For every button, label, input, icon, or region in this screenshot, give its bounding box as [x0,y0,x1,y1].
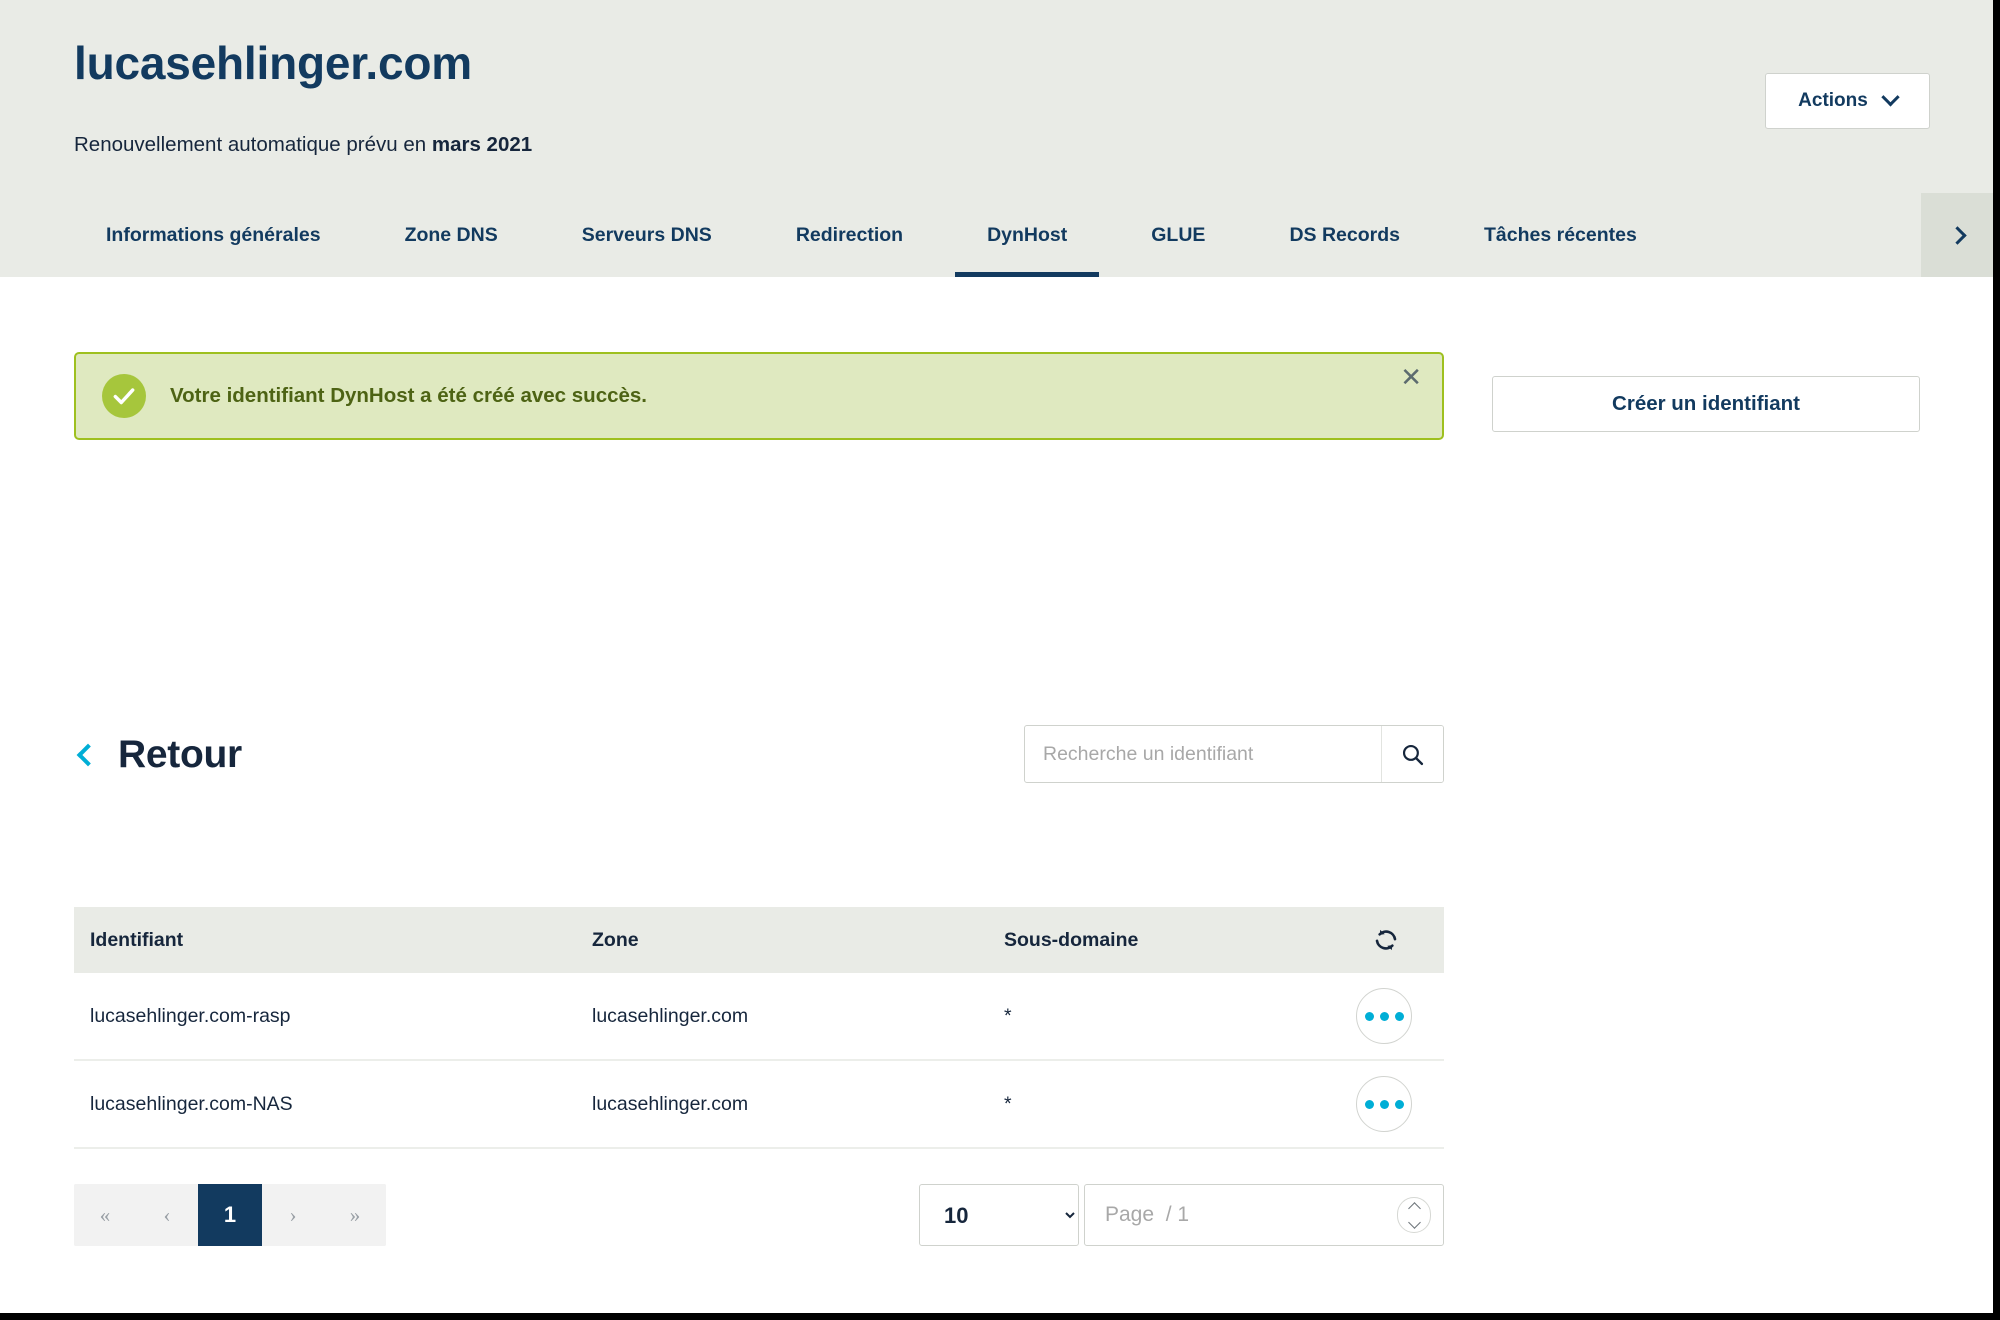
cell-sous-domaine: * [1004,1092,1012,1115]
search-icon [1402,744,1424,765]
pagination-last-button[interactable]: » [324,1184,386,1246]
tab-label: Tâches récentes [1483,223,1637,246]
create-identifier-button[interactable]: Créer un identifiant [1492,376,1920,432]
tab-list: Informations générales Zone DNS Serveurs… [0,193,1921,277]
table-row: lucasehlinger.com-NAS lucasehlinger.com … [74,1061,1444,1149]
cell-actions [1344,1076,1428,1132]
search-input[interactable] [1025,726,1381,782]
tab-glue[interactable]: GLUE [1119,193,1237,277]
tab-label: Informations générales [106,223,321,246]
table-row: lucasehlinger.com-rasp lucasehlinger.com… [74,973,1444,1061]
actions-button[interactable]: Actions [1765,73,1930,129]
page-number-input[interactable] [1085,1202,1397,1228]
pagination-next-button[interactable]: › [262,1184,324,1246]
tab-taches-recentes[interactable]: Tâches récentes [1452,193,1669,277]
table-header-row: Identifiant Zone Sous-domaine [74,907,1444,973]
pagination-page-1[interactable]: 1 [198,1184,262,1246]
tab-dynhost[interactable]: DynHost [955,193,1100,277]
ellipsis-icon [1379,1011,1389,1021]
chevron-down-icon [1881,87,1900,106]
pagination-bar: « ‹ 1 › » 102550100300 [74,1184,1444,1246]
cell-zone: lucasehlinger.com [592,1004,749,1027]
page-root: lucasehlinger.com Renouvellement automat… [0,0,2000,1320]
page-number-field [1084,1184,1444,1246]
identifiers-table: Identifiant Zone Sous-domaine lucasehlin… [74,907,1444,1149]
tab-zone-dns[interactable]: Zone DNS [373,193,530,277]
cell-actions [1344,988,1428,1044]
tab-bar: Informations générales Zone DNS Serveurs… [0,193,1993,277]
success-alert: Votre identifiant DynHost a été créé ave… [74,352,1444,440]
column-header-zone: Zone [592,928,639,951]
column-header-sous-domaine: Sous-domaine [1004,928,1139,951]
toolbar-row: Retour [74,725,1444,797]
refresh-icon [1373,927,1399,953]
tab-informations-generales[interactable]: Informations générales [74,193,353,277]
chevron-down-icon [1407,1215,1421,1229]
row-actions-button[interactable] [1356,1076,1412,1132]
column-header-identifiant: Identifiant [90,928,184,951]
back-button-label: Retour [118,733,242,776]
page-header: lucasehlinger.com Renouvellement automat… [0,0,1993,277]
search-box [1024,725,1444,783]
tab-label: GLUE [1151,223,1206,246]
page-title: lucasehlinger.com [74,37,472,89]
renewal-notice: Renouvellement automatique prévu en mars… [74,133,532,157]
tab-serveurs-dns[interactable]: Serveurs DNS [550,193,744,277]
search-button[interactable] [1381,726,1443,782]
table-refresh-button[interactable] [1344,927,1428,953]
tab-label: Redirection [795,223,904,246]
check-circle-icon [102,374,146,418]
ellipsis-icon [1364,1099,1374,1109]
tab-label: DynHost [987,223,1068,246]
tab-ds-records[interactable]: DS Records [1257,193,1432,277]
tab-label: DS Records [1289,223,1400,246]
cell-identifiant: lucasehlinger.com-NAS [90,1092,293,1115]
actions-button-label: Actions [1798,90,1868,111]
cell-sous-domaine: * [1004,1004,1012,1027]
ellipsis-icon [1379,1099,1389,1109]
close-icon[interactable]: ✕ [1400,364,1422,390]
back-button[interactable]: Retour [74,733,242,777]
pagination-controls: « ‹ 1 › » [74,1184,386,1246]
ellipsis-icon [1394,1099,1404,1109]
tab-label: Serveurs DNS [581,223,712,246]
chevron-left-icon [76,743,100,767]
page-size-select[interactable]: 102550100300 [919,1184,1079,1246]
chevron-right-icon [1947,225,1967,245]
create-identifier-label: Créer un identifiant [1612,392,1800,415]
cell-zone: lucasehlinger.com [592,1092,749,1115]
renewal-date: mars 2021 [431,133,533,156]
renewal-notice-prefix: Renouvellement automatique prévu en [74,133,432,156]
pagination-first-button[interactable]: « [74,1184,136,1246]
ellipsis-icon [1394,1011,1404,1021]
tabs-scroll-right-button[interactable] [1921,193,1993,277]
tab-label: Zone DNS [404,223,498,246]
tab-redirection[interactable]: Redirection [764,193,935,277]
pagination-prev-button[interactable]: ‹ [136,1184,198,1246]
row-actions-button[interactable] [1356,988,1412,1044]
success-alert-message: Votre identifiant DynHost a été créé ave… [170,384,648,407]
chevron-up-icon [1407,1201,1421,1215]
page-number-stepper[interactable] [1397,1197,1431,1233]
cell-identifiant: lucasehlinger.com-rasp [90,1004,291,1027]
ellipsis-icon [1364,1011,1374,1021]
